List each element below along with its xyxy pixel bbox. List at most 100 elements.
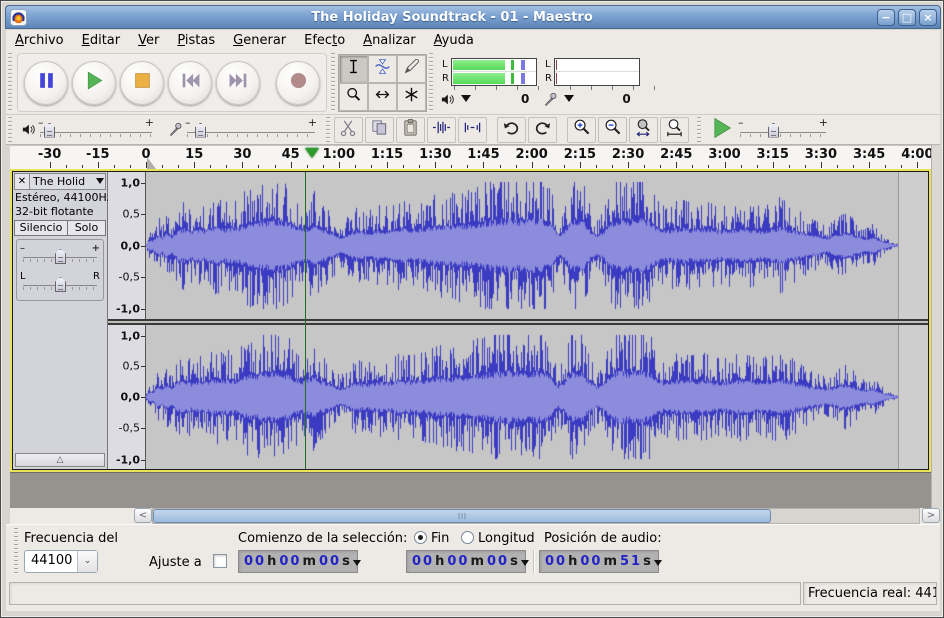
input-volume-mic-icon xyxy=(168,122,183,137)
ruler-tick xyxy=(194,162,195,168)
transport-toolbar-grip[interactable] xyxy=(7,53,14,112)
ruler-tick xyxy=(805,165,806,168)
vruler-label: 0,5 xyxy=(123,207,141,220)
mute-button[interactable]: Silencio xyxy=(14,220,68,236)
zoom-out-button[interactable] xyxy=(598,117,627,143)
selection-end-field[interactable]: 00h00m00s xyxy=(406,550,526,573)
fit-selection-button[interactable] xyxy=(629,117,658,143)
vertical-scrollbar[interactable] xyxy=(931,145,940,508)
pause-button[interactable] xyxy=(24,61,68,105)
ruler-label: 1:00 xyxy=(323,147,355,162)
undo-icon xyxy=(502,118,521,141)
menu-efecto[interactable]: Efecto xyxy=(295,32,354,49)
vruler-tick xyxy=(141,366,145,367)
track-name-menu[interactable]: The Holid xyxy=(30,173,106,190)
close-button[interactable]: × xyxy=(919,9,937,26)
speed-thumb[interactable] xyxy=(768,123,779,138)
play-at-speed-button[interactable] xyxy=(710,116,734,144)
rate-combo-arrow-icon[interactable]: ⌄ xyxy=(77,551,97,572)
selection-toolbar-grip[interactable] xyxy=(13,528,20,575)
output-volume-thumb[interactable] xyxy=(44,123,55,138)
project-rate-combo[interactable]: 44100 ⌄ xyxy=(24,550,98,573)
output-meter[interactable]: LR xyxy=(440,58,537,86)
edit-toolbar-grip[interactable] xyxy=(325,117,332,142)
input-meter-dropdown-icon[interactable] xyxy=(564,95,574,107)
timeline-ruler[interactable]: -30-1501530451:001:151:301:452:002:152:3… xyxy=(10,145,931,169)
track-close-button[interactable]: ✕ xyxy=(14,173,30,190)
menu-ver[interactable]: Ver xyxy=(129,32,168,49)
pan-slider[interactable]: L R xyxy=(23,271,97,295)
cut-button[interactable] xyxy=(334,117,363,143)
undo-button[interactable] xyxy=(497,117,526,143)
waveform-channel-left[interactable] xyxy=(146,172,928,319)
snap-to-checkbox[interactable] xyxy=(213,554,227,568)
stop-button[interactable] xyxy=(120,61,164,105)
track-collapse-button[interactable]: △ xyxy=(15,453,105,467)
track-format-line1: Estéreo, 44100Hz xyxy=(13,191,107,205)
meter-toolbar-grip[interactable] xyxy=(428,53,435,112)
timefield-dropdown-icon[interactable] xyxy=(353,560,361,570)
ruler-tick xyxy=(676,162,677,168)
mixer-toolbar-grip[interactable] xyxy=(7,117,14,142)
copy-button[interactable] xyxy=(365,117,394,143)
multi-tool-button[interactable] xyxy=(397,83,426,111)
vruler-label: -1,0 xyxy=(116,453,140,466)
rewind-button[interactable] xyxy=(168,61,212,105)
envelope-tool-button[interactable] xyxy=(368,55,397,83)
scroll-left-button[interactable]: < xyxy=(134,508,152,523)
radio-end-icon[interactable] xyxy=(414,531,427,544)
maximize-button[interactable]: □ xyxy=(898,9,916,26)
gain-slider[interactable]: – + xyxy=(23,243,97,267)
scroll-right-button[interactable]: > xyxy=(922,508,940,523)
title-bar[interactable]: The Holiday Soundtrack - 01 - Maestro − … xyxy=(5,5,941,29)
radio-end-option[interactable]: Fin xyxy=(414,531,449,546)
channel-divider[interactable] xyxy=(108,319,928,325)
forward-button[interactable] xyxy=(216,61,260,105)
timefield-dropdown-icon[interactable] xyxy=(654,560,662,570)
menu-generar[interactable]: Generar xyxy=(224,32,295,49)
input-scale-zero: 0 xyxy=(622,92,630,106)
ruler-tick xyxy=(821,162,822,168)
waveform-channel-right[interactable] xyxy=(146,325,928,469)
trim-button[interactable] xyxy=(427,117,456,143)
timefield-digits-h: 00 xyxy=(244,554,266,569)
menu-editar[interactable]: Editar xyxy=(73,32,130,49)
redo-button[interactable] xyxy=(528,117,557,143)
menu-archivo[interactable]: Archivo xyxy=(6,32,73,49)
minimize-button[interactable]: − xyxy=(877,9,895,26)
paste-button[interactable] xyxy=(396,117,425,143)
input-meter[interactable]: LR xyxy=(543,58,640,86)
input-volume-slider[interactable]: – + xyxy=(187,119,315,141)
output-volume-slider[interactable]: – + xyxy=(40,119,152,141)
pan-thumb[interactable] xyxy=(55,277,66,292)
tools-toolbar-grip[interactable] xyxy=(330,53,337,112)
playback-speed-slider[interactable]: – + xyxy=(740,119,826,141)
hscroll-thumb[interactable] xyxy=(153,509,771,523)
solo-button[interactable]: Solo xyxy=(68,220,106,236)
menu-pistas[interactable]: Pistas xyxy=(168,32,224,49)
gain-thumb[interactable] xyxy=(55,249,66,264)
audio-position-label: Posición de audio: xyxy=(544,531,662,546)
selection-start-field[interactable]: 00h00m00s xyxy=(238,550,358,573)
selection-tool-button[interactable] xyxy=(339,55,368,83)
fit-project-button[interactable] xyxy=(660,117,689,143)
menu-analizar[interactable]: Analizar xyxy=(354,32,424,49)
ruler-tick xyxy=(757,165,758,168)
radio-length-option[interactable]: Longitud xyxy=(461,531,535,546)
timefield-dropdown-icon[interactable] xyxy=(521,560,529,570)
silence-button[interactable] xyxy=(458,117,487,143)
input-volume-thumb[interactable] xyxy=(195,123,206,138)
zoom-in-button[interactable] xyxy=(567,117,596,143)
menu-ayuda[interactable]: Ayuda xyxy=(425,32,483,49)
output-meter-dropdown-icon[interactable] xyxy=(461,95,471,107)
timeshift-tool-button[interactable] xyxy=(368,83,397,111)
play-button[interactable] xyxy=(72,61,116,105)
record-button[interactable] xyxy=(276,61,320,105)
transcription-toolbar-grip[interactable] xyxy=(696,117,703,142)
hscroll-track[interactable] xyxy=(152,508,920,524)
tools-toolbar xyxy=(338,54,427,112)
audio-position-field[interactable]: 00h00m51s xyxy=(539,550,659,573)
radio-length-icon[interactable] xyxy=(461,531,474,544)
zoomtool-tool-button[interactable] xyxy=(339,83,368,111)
draw-tool-button[interactable] xyxy=(397,55,426,83)
